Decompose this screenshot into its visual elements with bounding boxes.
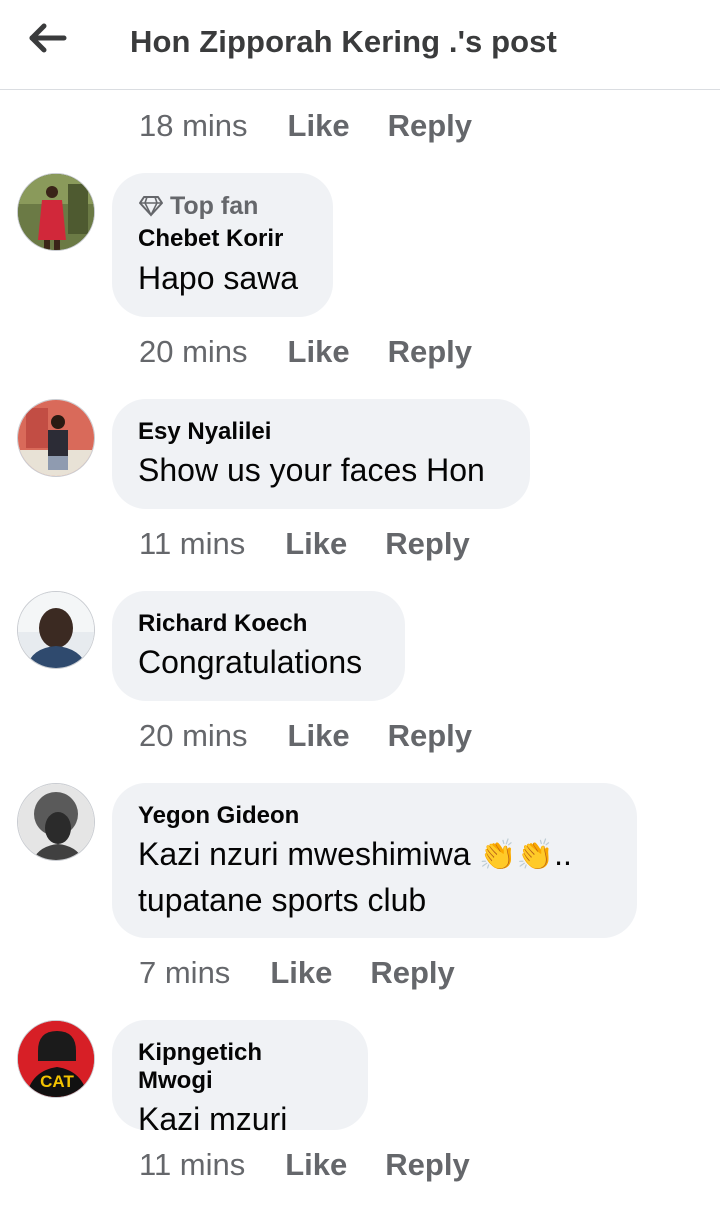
comment-timestamp: 7 mins — [139, 955, 231, 990]
like-button[interactable]: Like — [285, 1147, 347, 1183]
comment-actions: 18 mins Like Reply — [139, 108, 472, 148]
comment-actions: 7 mins Like Reply — [139, 955, 455, 995]
comment-text: Hapo sawa — [138, 260, 299, 296]
comment-timestamp: 20 mins — [139, 334, 248, 369]
comment-ellipsis: .. — [554, 836, 572, 872]
comment-actions: 11 mins Like Reply — [139, 1147, 470, 1187]
comment-text-line1: Kazi nzuri mweshimiwa — [138, 836, 471, 872]
top-bar: Hon Zipporah Kering .'s post — [0, 0, 720, 90]
comment-actions: 20 mins Like Reply — [139, 718, 472, 758]
clapping-hands-emoji: 👏👏 — [479, 839, 555, 872]
comment-actions: 11 mins Like Reply — [139, 526, 470, 566]
page-title: Hon Zipporah Kering .'s post — [130, 24, 557, 59]
badge-label: Top fan — [170, 191, 259, 220]
diamond-icon — [139, 196, 163, 217]
comment-text-line2: tupatane sports club — [138, 882, 427, 918]
back-button[interactable] — [26, 18, 70, 58]
comment-bubble: Yegon Gideon Kazi nzuri mweshimiwa 👏👏.. … — [112, 783, 637, 938]
comment-bubble: Top fan Chebet Korir Hapo sawa — [112, 173, 333, 317]
reply-button[interactable]: Reply — [370, 955, 454, 991]
reply-button[interactable]: Reply — [388, 108, 472, 144]
comment-author[interactable]: Esy Nyalilei — [138, 399, 504, 446]
like-button[interactable]: Like — [285, 526, 347, 562]
comment-bubble: Richard Koech Congratulations — [112, 591, 405, 701]
comment-timestamp: 20 mins — [139, 718, 248, 753]
comment-timestamp: 11 mins — [139, 526, 246, 561]
reply-button[interactable]: Reply — [385, 526, 469, 562]
comment-bubble: Kipngetich Mwogi Kazi mzuri — [112, 1020, 368, 1137]
comment-author[interactable]: Kipngetich Mwogi — [138, 1020, 342, 1095]
avatar[interactable] — [17, 173, 95, 251]
reply-button[interactable]: Reply — [388, 718, 472, 754]
like-button[interactable]: Like — [270, 955, 332, 991]
comment-timestamp: 18 mins — [139, 108, 248, 143]
comment-text: Congratulations — [138, 644, 363, 680]
like-button[interactable]: Like — [288, 108, 350, 144]
avatar[interactable]: CAT — [17, 1020, 95, 1098]
like-button[interactable]: Like — [288, 718, 350, 754]
comment-text: Kazi nzuri mweshimiwa 👏👏.. — [138, 832, 611, 878]
comment-actions: 20 mins Like Reply — [139, 334, 472, 374]
avatar-logo-text: CAT — [40, 1072, 74, 1091]
avatar[interactable] — [17, 783, 95, 861]
like-button[interactable]: Like — [288, 334, 350, 370]
comment-author[interactable]: Yegon Gideon — [138, 783, 611, 830]
comment-text: Kazi mzuri — [138, 1101, 288, 1137]
comment-timestamp: 11 mins — [139, 1147, 246, 1182]
reply-button[interactable]: Reply — [388, 334, 472, 370]
arrow-left-icon — [29, 23, 67, 53]
avatar[interactable] — [17, 591, 95, 669]
comment-author[interactable]: Richard Koech — [138, 591, 379, 638]
avatar[interactable] — [17, 399, 95, 477]
reply-button[interactable]: Reply — [385, 1147, 469, 1183]
comment-text: Show us your faces Hon — [138, 452, 485, 488]
top-fan-badge: Top fan — [138, 173, 307, 221]
comment-author[interactable]: Chebet Korir — [138, 225, 307, 253]
comment-bubble: Esy Nyalilei Show us your faces Hon — [112, 399, 530, 509]
